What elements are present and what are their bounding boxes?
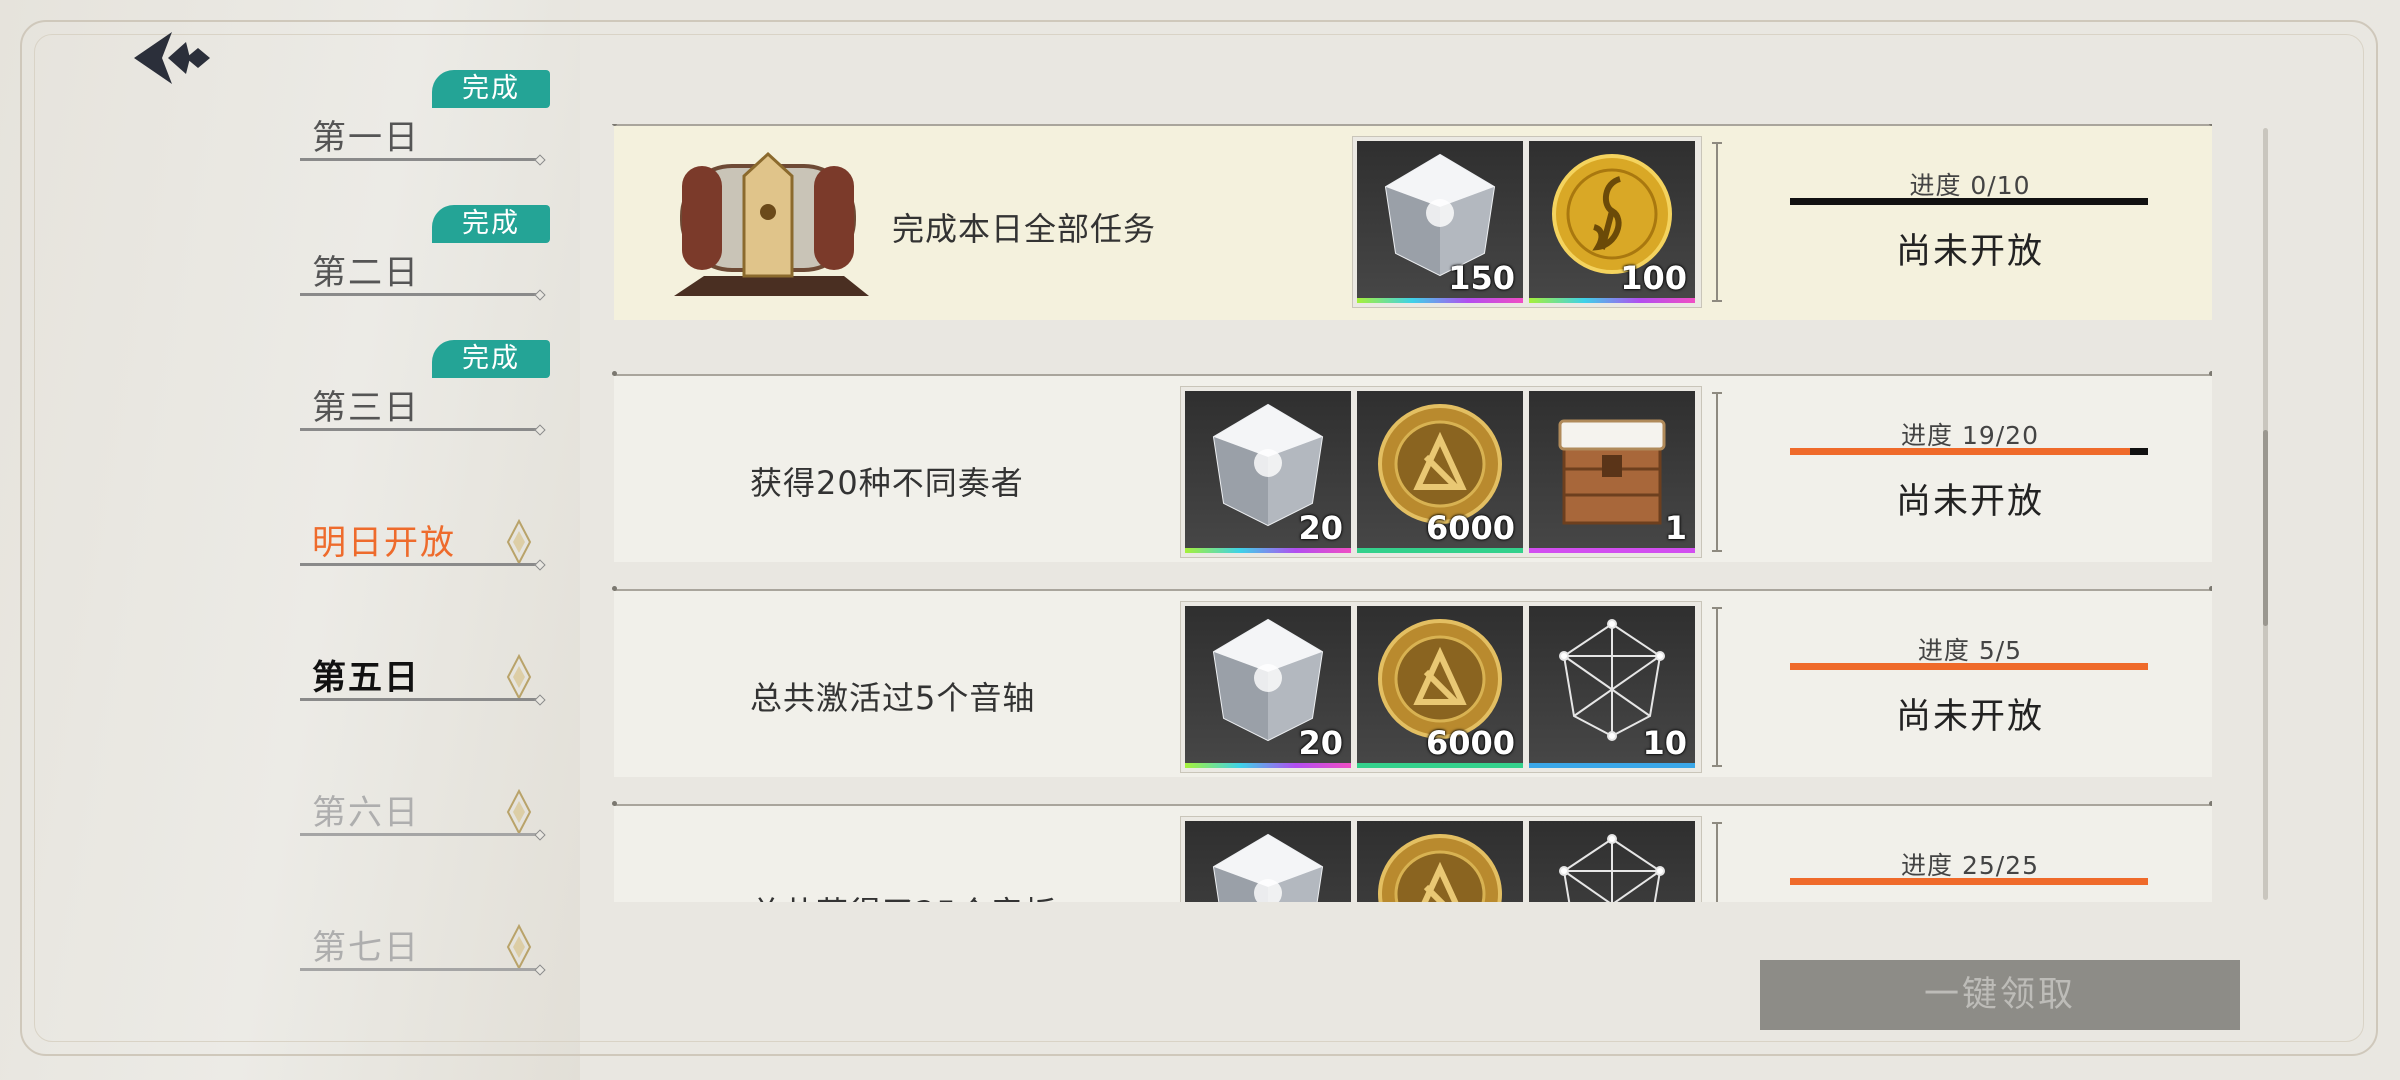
lock-diamond-icon (506, 789, 532, 835)
reward-list: 150 100 (1352, 136, 1702, 308)
day-tab-2[interactable]: 完成 第二日 (300, 205, 550, 296)
progress-label: 进度 0/10 (1909, 171, 2031, 200)
task-description: 总共激活过5个音轴 (750, 679, 1036, 717)
day-tab-6[interactable]: 第六日 (300, 765, 540, 836)
task-status[interactable]: 尚未开放 (1790, 223, 2150, 274)
progress-bar (1790, 663, 2148, 670)
day-tab-label: 明日开放 (312, 523, 456, 563)
day-tab-underline (300, 293, 540, 296)
claim-all-button[interactable]: 一键领取 (1760, 960, 2240, 1030)
reward-item[interactable]: 20 (1185, 606, 1351, 768)
progress-bar (1790, 198, 2148, 205)
day-tab-label: 第二日 (312, 253, 420, 293)
day-tab-underline (300, 158, 540, 161)
progress-label: 进度 5/5 (1917, 636, 2023, 665)
reward-quantity: 150 (1448, 259, 1515, 297)
day-tab-label: 第七日 (312, 928, 420, 968)
progress-bar (1790, 878, 2148, 885)
reward-item[interactable]: 1 (1529, 391, 1695, 553)
scrollbar-thumb[interactable] (2263, 430, 2268, 626)
day-tab-label: 第五日 (312, 658, 420, 698)
day-tab-underline (300, 698, 540, 701)
task-description: 完成本日全部任务 (892, 210, 1157, 248)
day-tab-label: 第六日 (312, 793, 420, 833)
task-status[interactable]: 尚未开放 (1790, 688, 2150, 739)
task-progress: 进度 0/10 尚未开放 (1790, 166, 2150, 274)
task-description: 总共获得了25个音板 (750, 888, 1056, 902)
lock-diamond-icon (506, 519, 532, 565)
task-row: 获得20种不同奏者 20 6000 1 进度 19/20 尚未开放 (612, 371, 2212, 562)
divider (1712, 607, 1728, 767)
complete-badge: 完成 (432, 70, 550, 108)
reward-quantity: 6000 (1425, 509, 1515, 547)
progress-fill (1790, 878, 2148, 885)
treasure-capsule-icon (674, 151, 869, 296)
divider (1712, 392, 1728, 552)
lock-diamond-icon (506, 654, 532, 700)
day-tab-underline (300, 968, 540, 971)
progress-label: 进度 19/20 (1901, 421, 2039, 450)
reward-item[interactable] (1529, 821, 1695, 902)
task-progress: 进度 25/25 (1790, 846, 2150, 902)
reward-item[interactable]: 150 (1357, 141, 1523, 303)
reward-item[interactable]: 6000 (1357, 606, 1523, 768)
day-tab-label: 第三日 (312, 388, 420, 428)
reward-quantity: 20 (1298, 724, 1343, 762)
task-list-scrollbar[interactable] (2263, 128, 2268, 900)
reward-list (1180, 816, 1702, 902)
task-row: 总共激活过5个音轴 20 6000 10 进度 5/5 尚未开放 (612, 586, 2212, 777)
reward-quantity: 6000 (1425, 724, 1515, 762)
day-tab-3[interactable]: 完成 第三日 (300, 340, 550, 431)
reward-item[interactable]: 6000 (1357, 391, 1523, 553)
reward-item[interactable]: 100 (1529, 141, 1695, 303)
complete-badge: 完成 (432, 205, 550, 243)
progress-fill (1790, 663, 2148, 670)
task-status[interactable]: 尚未开放 (1790, 473, 2150, 524)
reward-quantity: 10 (1642, 724, 1687, 762)
progress-bar (1790, 448, 2148, 455)
day-tab-underline (300, 428, 540, 431)
progress-label: 进度 25/25 (1901, 851, 2039, 880)
task-progress: 进度 5/5 尚未开放 (1790, 631, 2150, 739)
task-row: 完成本日全部任务 150 100 进度 0/10 尚未开放 (612, 124, 2212, 320)
reward-list: 20 6000 10 (1180, 601, 1702, 773)
back-button[interactable] (128, 28, 218, 88)
day-tab-7[interactable]: 第七日 (300, 900, 540, 971)
reward-item[interactable] (1357, 821, 1523, 902)
reward-quantity: 1 (1664, 509, 1687, 547)
complete-badge: 完成 (432, 340, 550, 378)
task-list[interactable]: 完成本日全部任务 150 100 进度 0/10 尚未开放 获得20种不同奏者 20 6000… (612, 124, 2212, 902)
divider (1712, 142, 1728, 302)
day-tab-label: 第一日 (312, 118, 420, 158)
progress-fill (1790, 448, 2131, 455)
task-progress: 进度 19/20 尚未开放 (1790, 416, 2150, 524)
day-tab-5[interactable]: 第五日 (300, 630, 540, 701)
reward-quantity: 20 (1298, 509, 1343, 547)
back-arrow-icon (134, 32, 210, 84)
task-description: 获得20种不同奏者 (750, 464, 1024, 502)
reward-list: 20 6000 1 (1180, 386, 1702, 558)
day-tab-4[interactable]: 明日开放 (300, 495, 540, 566)
task-row: 总共获得了25个音板 进度 25/25 (612, 801, 2212, 902)
lock-diamond-icon (506, 924, 532, 970)
reward-quantity: 100 (1620, 259, 1687, 297)
reward-item[interactable] (1185, 821, 1351, 902)
day-tab-underline (300, 833, 540, 836)
divider (1712, 822, 1728, 902)
day-tab-underline (300, 563, 540, 566)
reward-item[interactable]: 20 (1185, 391, 1351, 553)
day-tab-1[interactable]: 完成 第一日 (300, 70, 550, 161)
reward-item[interactable]: 10 (1529, 606, 1695, 768)
